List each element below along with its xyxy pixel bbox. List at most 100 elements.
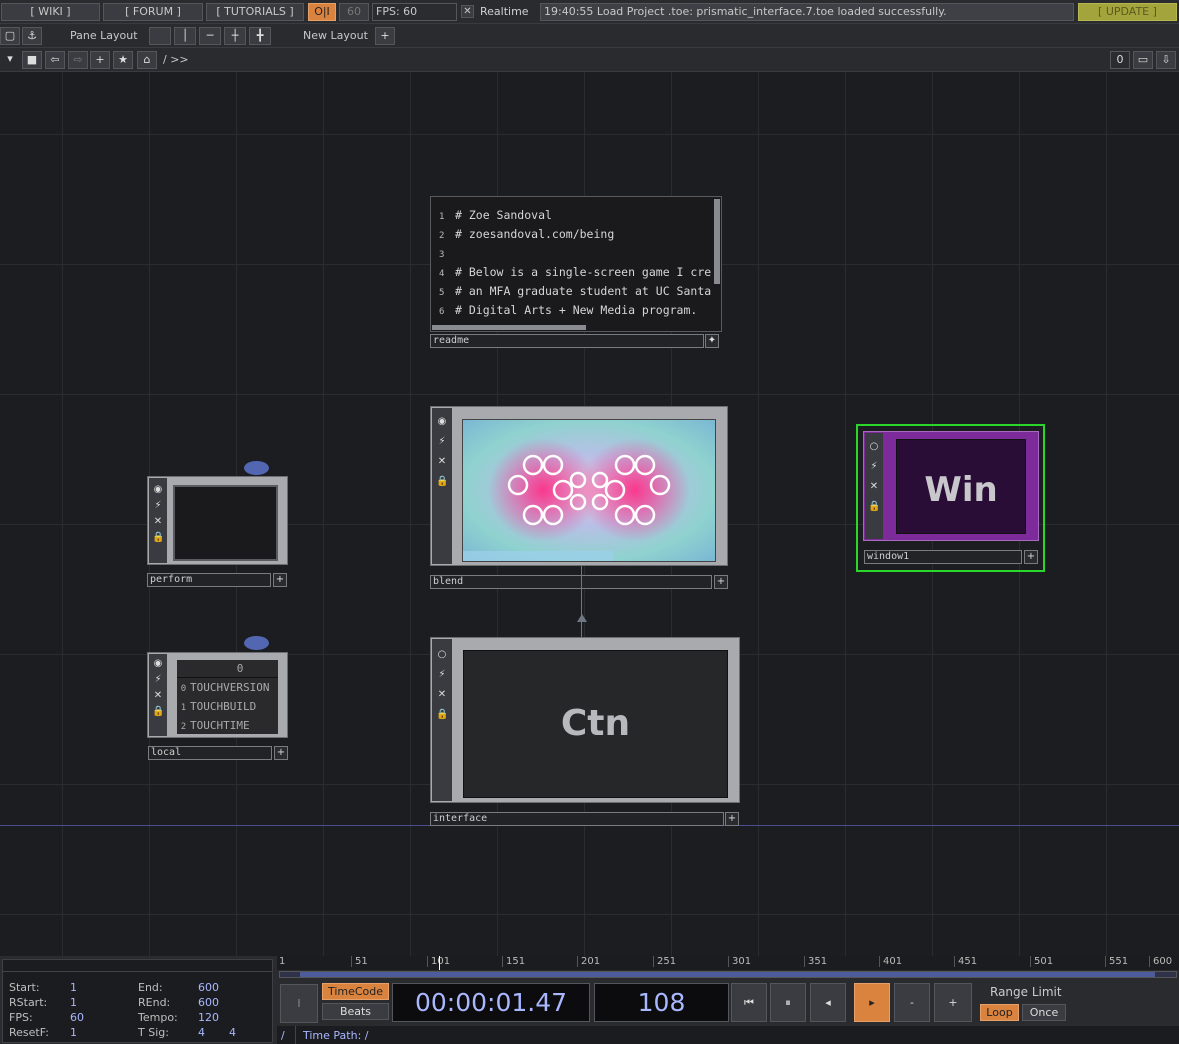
layout-split-vertical-icon[interactable]: │ [174,27,196,45]
blend-node[interactable]: ◉ ⚡ ✕ 🔒 [430,406,728,566]
once-button[interactable]: Once [1022,1004,1066,1021]
layout-split-horizontal-icon[interactable]: ─ [199,27,221,45]
back-icon[interactable]: ⇦ [45,51,65,69]
bypass-icon[interactable]: ⚡ [436,436,448,448]
play-forward-icon[interactable]: ▸ [854,983,890,1022]
comment-icon[interactable] [244,461,269,475]
chevron-down-icon[interactable]: ▾ [0,51,20,69]
step-back-button[interactable]: - [894,983,930,1022]
insert-button[interactable]: I [280,984,318,1023]
start-value[interactable]: 1 [70,980,84,995]
lock-icon[interactable]: 🔒 [152,532,164,544]
frame-display[interactable]: 108 [594,983,729,1022]
rstart-value[interactable]: 1 [70,995,84,1010]
step-forward-button[interactable]: + [934,983,972,1022]
end-label: End: [138,981,163,994]
skip-start-icon[interactable]: ⏮ [731,983,767,1022]
path-slash[interactable]: / [281,1029,285,1042]
download-icon[interactable]: ⇩ [1156,51,1176,69]
viewer-icon[interactable]: ○ [436,649,448,661]
timecode-button[interactable]: TimeCode [322,983,389,1000]
perform-node[interactable]: ◉ ⚡ ✕ 🔒 [147,476,288,565]
resetf-value[interactable]: 1 [70,1025,84,1040]
tick-label: 401 [879,956,902,967]
wiki-button[interactable]: [ WIKI ] [1,3,100,21]
tsig-numerator[interactable]: 4 [198,1026,205,1039]
add-layout-button[interactable]: + [375,27,395,45]
perform-add-icon[interactable]: + [273,573,287,587]
end-value[interactable]: 600 [198,980,236,995]
readme-node[interactable]: 1 # Zoe Sandoval 2 # zoesandoval.com/being… [430,196,722,332]
tick-label: 551 [1105,956,1128,967]
window1-add-icon[interactable]: + [1024,550,1038,564]
close-icon[interactable]: ✕ [152,690,164,702]
layout-quad-icon[interactable]: ╋ [249,27,271,45]
forward-icon[interactable]: ⇨ [68,51,88,69]
interface-node[interactable]: ○ ⚡ ✕ 🔒 Ctn [430,637,740,803]
play-reverse-icon[interactable]: ◂ [810,983,846,1022]
window1-label[interactable]: window1 [864,550,1022,564]
beats-button[interactable]: Beats [322,1003,389,1020]
close-icon[interactable]: ✕ [152,516,164,528]
readme-scrollbar[interactable] [714,199,720,284]
loop-button[interactable]: Loop [980,1004,1019,1021]
network-icon[interactable]: ⌂ [137,51,157,69]
window1-node[interactable]: ○ ⚡ ✕ 🔒 Win [863,431,1039,541]
pause-icon[interactable]: ⏸ [770,983,806,1022]
playhead[interactable] [439,956,440,970]
local-label[interactable]: local [148,746,272,760]
bypass-icon[interactable]: ⚡ [152,500,164,512]
tempo-value[interactable]: 120 [198,1010,236,1025]
lock-icon[interactable]: 🔒 [152,706,164,718]
bypass-icon[interactable]: ⚡ [868,461,880,473]
viewer-icon[interactable]: ◉ [152,658,164,670]
anchor-icon[interactable]: ⚓ [22,27,42,45]
forum-button[interactable]: [ FORUM ] [103,3,203,21]
close-icon[interactable]: ✕ [868,481,880,493]
perform-label[interactable]: perform [147,573,271,587]
close-icon[interactable]: ✕ [436,456,448,468]
tsig-denominator[interactable]: 4 [229,1026,236,1039]
fps-value[interactable]: 60 [70,1010,84,1025]
network-path[interactable]: / >> [163,53,189,66]
bypass-icon[interactable]: ⚡ [436,669,448,681]
fps-cap-field[interactable]: 60 [339,3,369,21]
close-icon[interactable]: ✕ [436,689,448,701]
local-node[interactable]: ◉ ⚡ ✕ 🔒 0 0 TOUCHVERSION 1 TOUCHBUILD 2 TOU… [147,652,288,738]
viewer-icon[interactable]: ○ [868,441,880,453]
local-add-icon[interactable]: + [274,746,288,760]
layout-three-icon[interactable]: ┼ [224,27,246,45]
readme-hscrollbar[interactable] [432,325,586,330]
viewer-icon[interactable]: ◉ [152,484,164,496]
update-button[interactable]: [ UPDATE ] [1078,3,1177,21]
lock-icon[interactable]: 🔒 [868,501,880,513]
time-display[interactable]: 00:00:01.47 [392,983,590,1022]
viewer-icon[interactable]: ◉ [436,416,448,428]
readme-label[interactable]: readme [430,334,704,348]
layout-single-icon[interactable] [149,27,171,45]
stop-icon[interactable]: ■ [22,51,42,69]
lock-icon[interactable]: 🔒 [436,709,448,721]
comment-icon[interactable] [244,636,269,650]
readme-add-icon[interactable]: ✦ [705,334,719,348]
wire-arrow-icon [577,614,587,622]
window-icon[interactable]: ▭ [1133,51,1153,69]
star-icon[interactable]: ★ [113,51,133,69]
network-editor[interactable]: 1 # Zoe Sandoval 2 # zoesandoval.com/being… [0,72,1179,956]
window1-selection[interactable]: ○ ⚡ ✕ 🔒 Win window1 + [856,424,1045,572]
code-line: 3 [439,250,445,260]
timeline-ruler[interactable]: 1 51 101 151 201 251 301 351 401 451 501… [277,956,1179,970]
range-bar[interactable] [279,971,1177,978]
interface-add-icon[interactable]: + [725,812,739,826]
lock-icon[interactable]: 🔒 [436,476,448,488]
realtime-checkbox[interactable]: ✕ [461,5,474,18]
bypass-icon[interactable]: ⚡ [152,674,164,686]
image-icon[interactable]: ▢ [0,27,20,45]
blend-label[interactable]: blend [430,575,712,589]
rend-value[interactable]: 600 [198,995,236,1010]
tutorials-button[interactable]: [ TUTORIALS ] [206,3,304,21]
add-icon[interactable]: + [90,51,110,69]
perform-mode-toggle[interactable]: O|I [308,3,336,21]
blend-add-icon[interactable]: + [714,575,728,589]
interface-label[interactable]: interface [430,812,724,826]
